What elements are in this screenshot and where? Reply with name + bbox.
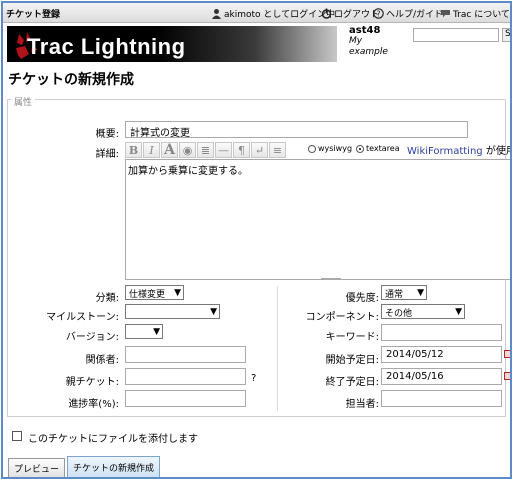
search-button[interactable]: S (502, 28, 510, 42)
wiki-toolbar: B I A ◉ ≣ — ¶ ↵ ≡ (125, 142, 286, 159)
chevron-down-icon: ▼ (455, 307, 462, 317)
table-button[interactable]: ≡ (269, 142, 286, 158)
calendar-icon[interactable] (504, 350, 510, 358)
heading-button[interactable]: A (161, 142, 178, 158)
summary-input[interactable]: 計算式の変更 (125, 121, 468, 138)
about-label: Trac について (453, 10, 510, 20)
version-label: バージョン: (65, 332, 119, 343)
start-date-input[interactable]: 2014/05/12 (381, 346, 502, 363)
wikiformatting-link[interactable]: WikiFormatting (407, 146, 483, 157)
due-date-input[interactable]: 2014/05/16 (381, 368, 502, 385)
related-input[interactable] (125, 346, 246, 363)
wysiwyg-mode-option[interactable]: wysiwyg (308, 144, 352, 153)
create-ticket-button[interactable]: チケットの新規作成 (67, 456, 161, 477)
textarea-mode-option[interactable]: textarea (356, 144, 400, 153)
logo-text: Trac Lightning (27, 34, 186, 59)
due-date-label: 終了予定日: (325, 377, 379, 388)
version-select[interactable]: ▼ (125, 324, 163, 339)
project-desc-line-2: example (349, 47, 388, 57)
code-button[interactable]: ≣ (197, 142, 214, 158)
type-select[interactable]: 仕様変更 ▼ (125, 285, 184, 300)
chevron-down-icon: ▼ (174, 288, 181, 298)
parent-ticket-label: 親チケット: (65, 377, 119, 388)
description-label: 詳細: (95, 149, 119, 160)
project-info: ast48 My example (349, 25, 388, 58)
keywords-input[interactable] (381, 324, 502, 341)
page-title: チケットの新規作成 (8, 72, 134, 88)
linebreak-button[interactable]: ↵ (251, 142, 268, 158)
textarea-label: textarea (366, 144, 400, 153)
related-label: 関係者: (85, 355, 119, 366)
about-link[interactable]: Trac について ▼ (440, 7, 510, 20)
wysiwyg-radio[interactable] (308, 144, 316, 153)
login-text: akimoto としてログイン中 (224, 10, 336, 20)
hr-button[interactable]: — (215, 142, 232, 158)
title-bar: チケット登録 akimoto としてログイン中 ログアウト ? ヘルプ/ガイド … (3, 3, 510, 23)
power-icon (321, 8, 332, 19)
site-header: Trac Lightning ast48 My example S (3, 23, 510, 67)
user-icon (212, 9, 221, 19)
wiki-help: WikiFormatting が使用 (407, 142, 510, 157)
link-button[interactable]: ◉ (179, 142, 196, 158)
chevron-down-icon: ▼ (153, 327, 160, 337)
parent-ticket-help[interactable]: ? (251, 373, 256, 384)
component-value: その他 (385, 309, 413, 319)
chevron-down-icon: ▼ (417, 288, 424, 298)
login-status: akimoto としてログイン中 (211, 7, 335, 20)
textarea-radio[interactable] (356, 144, 364, 153)
bold-button[interactable]: B (125, 142, 142, 158)
attach-file-label: このチケットにファイルを添付します (28, 434, 198, 445)
italic-button[interactable]: I (143, 142, 160, 158)
help-icon: ? (373, 8, 384, 19)
component-select[interactable]: その他 ▼ (381, 304, 465, 319)
parent-ticket-input[interactable] (125, 368, 246, 385)
summary-label: 概要: (95, 129, 119, 140)
svg-text:?: ? (376, 10, 380, 19)
type-value: 仕様変更 (129, 290, 166, 300)
start-date-label: 開始予定日: (325, 355, 379, 366)
description-textarea[interactable]: 加算から乗算に変更する。 (125, 159, 510, 280)
attach-file-checkbox[interactable] (12, 431, 22, 441)
help-link[interactable]: ? ヘルプ/ガイド (373, 7, 443, 20)
paragraph-button[interactable]: ¶ (233, 142, 250, 158)
preview-button[interactable]: プレビュー (8, 458, 66, 477)
browser-window: チケット登録 akimoto としてログイン中 ログアウト ? ヘルプ/ガイド … (1, 1, 512, 479)
milestone-label: マイルストーン: (46, 312, 119, 323)
progress-input[interactable] (125, 390, 246, 407)
calendar-icon[interactable] (504, 372, 510, 380)
project-name: ast48 (349, 25, 381, 36)
owner-label: 担当者: (345, 399, 379, 410)
help-label: ヘルプ/ガイド (386, 10, 444, 20)
properties-legend: 属性 (11, 95, 36, 108)
progress-label: 進捗率(%): (68, 399, 119, 410)
speech-bubble-icon (441, 10, 450, 18)
type-label: 分類: (95, 293, 119, 304)
window-title: チケット登録 (6, 10, 61, 20)
resize-grip[interactable] (321, 278, 341, 280)
keywords-label: キーワード: (325, 332, 379, 343)
search-input[interactable] (413, 28, 499, 42)
chevron-down-icon: ▼ (210, 307, 217, 317)
wysiwyg-label: wysiwyg (318, 144, 353, 153)
logout-link[interactable]: ログアウト (321, 7, 379, 20)
priority-value: 通常 (385, 290, 404, 300)
trac-logo[interactable]: Trac Lightning (7, 26, 337, 62)
priority-label: 優先度: (345, 293, 379, 304)
wiki-help-suffix: が使用 (485, 146, 510, 157)
owner-input[interactable] (381, 390, 502, 407)
project-desc-line-1: My (349, 36, 363, 46)
column-divider (277, 286, 278, 411)
priority-select[interactable]: 通常 ▼ (381, 285, 427, 300)
component-label: コンポーネント: (305, 312, 379, 323)
milestone-select[interactable]: ▼ (125, 304, 220, 319)
